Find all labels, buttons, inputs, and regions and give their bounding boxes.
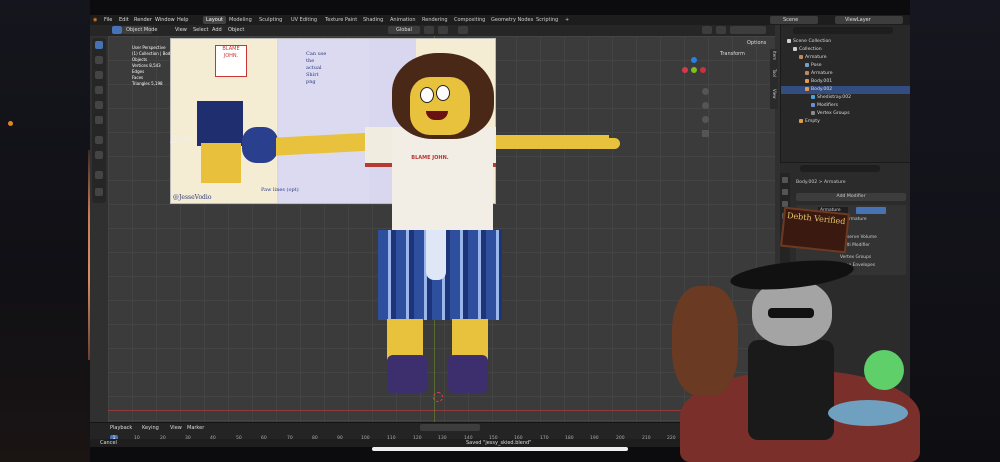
breadcrumb-armature: Armature [823,180,846,185]
collection-icon [787,38,791,43]
camera-icon[interactable] [702,116,709,123]
empty-icon [799,118,803,123]
status-left-hint: Cancel [100,440,117,446]
character-right-shoe [448,355,488,393]
y-axis-icon[interactable] [691,67,697,73]
pan-hand-icon[interactable] [702,102,709,109]
streamer-overlay: Debth Verified [660,206,920,462]
viewport-nav-buttons [702,88,710,148]
add-modifier-button[interactable]: Add Modifier [796,193,906,201]
breadcrumb-object: Body.002 [796,180,818,185]
home-indicator[interactable] [372,447,628,451]
character-left-shoe [387,355,427,393]
outliner-item[interactable]: Armature [805,70,833,78]
character-tuck [426,230,446,280]
n-tab-view[interactable]: View [771,89,777,99]
properties-search[interactable] [800,165,880,172]
outliner-item[interactable]: Vertex Groups [811,110,850,118]
mesh-data-icon [811,94,815,99]
character-left-arm [276,132,376,156]
n-panel-title: Transform [720,51,745,57]
modifier-icon [811,102,815,107]
vertex-group-icon [811,110,815,115]
armature-icon [805,70,809,75]
outliner-item[interactable]: Modifiers [811,102,838,110]
character-shirt [392,127,493,232]
render-tab-icon[interactable] [782,189,788,195]
properties-breadcrumb: Body.002 > Armature [796,180,846,185]
character-eye [436,85,450,101]
collection-icon [793,46,797,51]
zoom-icon[interactable] [702,88,709,95]
timeline-menu-playback[interactable]: Playback [110,425,132,431]
outliner-item[interactable]: Armature [799,54,827,62]
character-eye [420,87,434,103]
grid-icon[interactable] [702,130,709,137]
options-button[interactable]: Options [744,39,770,47]
outliner-item[interactable]: Body.001 [805,78,832,86]
3d-cursor-icon[interactable] [433,392,443,402]
overlay-sign: Debth Verified [780,206,850,254]
outliner: Scene Collection Collection Armature Pos… [780,25,910,171]
mesh-icon [805,86,809,91]
pose-icon [805,62,809,67]
status-saved-message: Saved "jessy_skied.blend" [466,440,532,446]
navigation-gizmo[interactable] [682,57,706,81]
n-tab-tool[interactable]: Tool [771,69,777,77]
neg-x-axis-icon[interactable] [700,67,706,73]
overlay-bear-plush [672,286,738,396]
outliner-item[interactable]: Scene Collection [787,38,831,46]
outliner-item[interactable]: Shedistray.002 [811,94,851,102]
timeline-menu-keying[interactable]: Keying [142,425,159,431]
outliner-item[interactable]: Collection [793,46,822,54]
tablet-left-bezel [0,0,90,462]
character-shirt-text: BLAME JOHN. [411,155,449,161]
armature-icon [799,54,803,59]
overlay-alien-plush [864,350,904,390]
overlay-shark-plush [828,400,908,426]
outliner-item[interactable]: Empty [799,118,820,126]
options-label: Options [747,40,767,46]
timeline-menu-view[interactable]: View [170,425,182,431]
character-right-hand [596,138,620,149]
character-left-hand [242,127,278,163]
tool-tab-icon[interactable] [782,177,788,183]
outliner-item-selected[interactable]: Body.002 [781,86,910,94]
n-panel-header[interactable]: Transform [720,51,770,61]
overlay-avatar-sunglasses [768,308,814,318]
character-right-arm [494,135,609,149]
outliner-search[interactable] [793,27,893,34]
overlay-avatar-body [748,340,834,440]
playback-controls[interactable] [420,424,480,431]
outliner-item[interactable]: Pose [805,62,822,70]
z-axis-icon[interactable] [691,57,697,63]
n-panel-tabs: Item Tool View [770,49,778,109]
n-tab-item[interactable]: Item [771,51,777,60]
x-axis-icon[interactable] [682,67,688,73]
mesh-icon [805,78,809,83]
view-layer-label: ViewLayer [845,17,871,23]
tablet-right-bezel [910,0,1000,462]
camera-indicator [8,121,13,126]
timeline-menu-marker[interactable]: Marker [187,425,204,431]
